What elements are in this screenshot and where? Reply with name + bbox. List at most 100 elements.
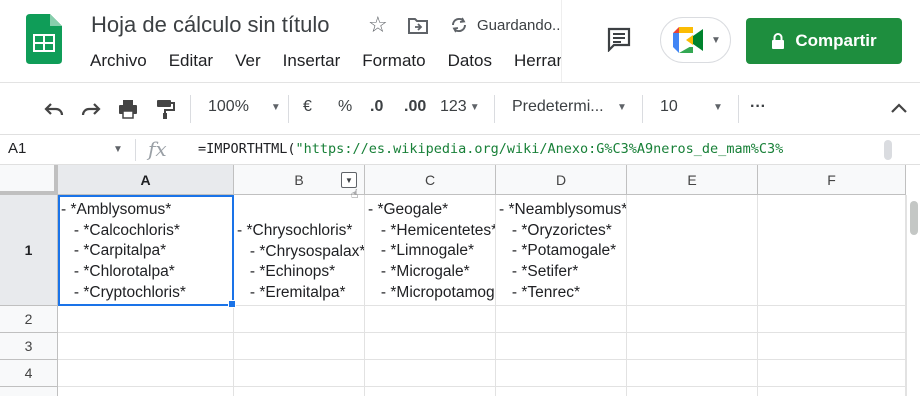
cell-f4[interactable] <box>758 360 906 387</box>
row-header-4[interactable]: 4 <box>0 360 58 387</box>
decrease-decimals-button[interactable]: .0 <box>370 98 383 116</box>
formula-function: =IMPORTHTML( <box>198 141 296 157</box>
cell-e2[interactable] <box>627 306 758 333</box>
star-icon[interactable]: ☆ <box>368 12 388 38</box>
toolbar: 100% ▼ € % .0 .00 123 ▼ Predetermi... ▼ 10 ▼… <box>0 82 920 134</box>
font-size-select[interactable]: 10 ▼ <box>660 98 726 116</box>
column-header-c[interactable]: C <box>365 165 496 195</box>
toolbar-divider <box>738 95 739 123</box>
select-all-corner[interactable] <box>0 165 58 195</box>
menu-bar: Archivo Editar Ver Insertar Formato Dato… <box>90 51 638 71</box>
format-percent-button[interactable]: % <box>338 98 352 116</box>
chevron-down-icon: ▼ <box>617 102 627 113</box>
more-options-button[interactable]: ··· <box>750 98 766 116</box>
column-header-d[interactable]: D <box>496 165 627 195</box>
meet-button[interactable]: ▼ <box>660 17 731 63</box>
font-family-select[interactable]: Predetermi... ▼ <box>512 98 630 116</box>
cell-f5[interactable] <box>758 387 906 396</box>
saving-status: Guardando... <box>449 15 564 35</box>
row-header-3[interactable]: 3 <box>0 333 58 360</box>
cell-b4[interactable] <box>234 360 365 387</box>
row-header-2[interactable]: 2 <box>0 306 58 333</box>
font-size-value: 10 <box>660 98 678 115</box>
toolbar-divider <box>190 95 191 123</box>
paint-format-icon[interactable] <box>154 98 176 120</box>
collapse-chevron-up-icon[interactable] <box>888 98 910 120</box>
title-bar: Hoja de cálculo sin título ☆ Guardando..… <box>0 0 920 82</box>
formula-input[interactable]: =IMPORTHTML("https://es.wikipedia.org/wi… <box>198 141 878 157</box>
cell-c5[interactable] <box>365 387 496 396</box>
row-header-5[interactable] <box>0 387 58 396</box>
toolbar-divider <box>494 95 495 123</box>
cell-b1[interactable]: - *Chrysochloris* - *Chrysospalax* - *Ec… <box>234 195 365 306</box>
menu-insertar[interactable]: Insertar <box>283 51 341 71</box>
cell-d4[interactable] <box>496 360 627 387</box>
print-icon[interactable] <box>117 98 139 120</box>
formula-bar: A1 ▼ fx =IMPORTHTML("https://es.wikipedi… <box>0 134 920 165</box>
menu-editar[interactable]: Editar <box>169 51 213 71</box>
cell-d3[interactable] <box>496 333 627 360</box>
cell-d2[interactable] <box>496 306 627 333</box>
fill-handle[interactable] <box>228 300 236 308</box>
menu-formato[interactable]: Formato <box>362 51 425 71</box>
cell-d5[interactable] <box>496 387 627 396</box>
column-header-a[interactable]: A <box>58 165 234 195</box>
cell-c4[interactable] <box>365 360 496 387</box>
cell-a2[interactable] <box>58 306 234 333</box>
chevron-down-icon[interactable]: ▼ <box>113 144 123 155</box>
cell-c1[interactable]: - *Geogale* - *Hemicentetes* - *Limnogal… <box>365 195 496 306</box>
name-box[interactable]: A1 <box>8 140 26 157</box>
increase-decimals-button[interactable]: .00 <box>404 98 426 116</box>
chevron-down-icon: ▼ <box>711 34 721 46</box>
cell-e4[interactable] <box>627 360 758 387</box>
cell-a3[interactable] <box>58 333 234 360</box>
formula-string: "https://es.wikipedia.org/wiki/Anexo:G%C… <box>295 141 784 157</box>
format-currency-button[interactable]: € <box>303 98 312 116</box>
column-menu-dropdown-icon[interactable]: ▼ <box>341 172 357 188</box>
column-header-f[interactable]: F <box>758 165 906 195</box>
cell-e5[interactable] <box>627 387 758 396</box>
cell-d1[interactable]: - *Neamblysomus* - *Oryzorictes* - *Pota… <box>496 195 627 306</box>
menu-datos[interactable]: Datos <box>448 51 492 71</box>
cell-a1-text: - *Amblysomus* - *Calcochloris* - *Carpi… <box>61 201 186 301</box>
saving-status-text: Guardando... <box>477 16 564 34</box>
cell-b5[interactable] <box>234 387 365 396</box>
formula-bar-scrollbar[interactable] <box>884 140 892 160</box>
column-header-e[interactable]: E <box>627 165 758 195</box>
cell-f3[interactable] <box>758 333 906 360</box>
sheets-logo-icon[interactable] <box>26 14 62 64</box>
more-formats-select[interactable]: 123 ▼ <box>440 98 480 116</box>
comment-history-icon[interactable] <box>606 26 632 52</box>
vertical-scrollbar[interactable] <box>906 195 920 396</box>
zoom-value: 100% <box>208 98 249 115</box>
cell-d1-text: - *Neamblysomus* - *Oryzorictes* - *Pota… <box>499 201 627 301</box>
cell-c1-text: - *Geogale* - *Hemicentetes* - *Limnogal… <box>368 201 496 301</box>
redo-icon[interactable] <box>80 98 102 120</box>
vertical-scrollbar-thumb[interactable] <box>910 201 918 235</box>
zoom-select[interactable]: 100% ▼ <box>208 98 281 116</box>
cell-e1[interactable] <box>627 195 758 306</box>
cell-b1-text: - *Chrysochloris* - *Chrysospalax* - *Ec… <box>237 222 365 302</box>
move-to-folder-icon[interactable] <box>407 16 429 36</box>
cell-a5[interactable] <box>58 387 234 396</box>
cell-f2[interactable] <box>758 306 906 333</box>
chevron-down-icon: ▼ <box>270 102 281 113</box>
column-header-b-label: B <box>294 171 304 188</box>
document-title[interactable]: Hoja de cálculo sin título <box>91 12 329 38</box>
cell-f1[interactable] <box>758 195 906 306</box>
cell-b2[interactable] <box>234 306 365 333</box>
sync-icon <box>451 17 467 33</box>
google-meet-icon <box>673 27 703 53</box>
menu-ver[interactable]: Ver <box>235 51 261 71</box>
cell-e3[interactable] <box>627 333 758 360</box>
cell-c2[interactable] <box>365 306 496 333</box>
undo-icon[interactable] <box>43 98 65 120</box>
cell-a4[interactable] <box>58 360 234 387</box>
cell-c3[interactable] <box>365 333 496 360</box>
chevron-down-icon: ▼ <box>469 102 480 113</box>
row-header-1[interactable]: 1 <box>0 195 58 306</box>
cell-b3[interactable] <box>234 333 365 360</box>
menu-archivo[interactable]: Archivo <box>90 51 147 71</box>
share-button[interactable]: Compartir <box>746 18 902 64</box>
cell-a1[interactable]: - *Amblysomus* - *Calcochloris* - *Carpi… <box>58 195 234 306</box>
